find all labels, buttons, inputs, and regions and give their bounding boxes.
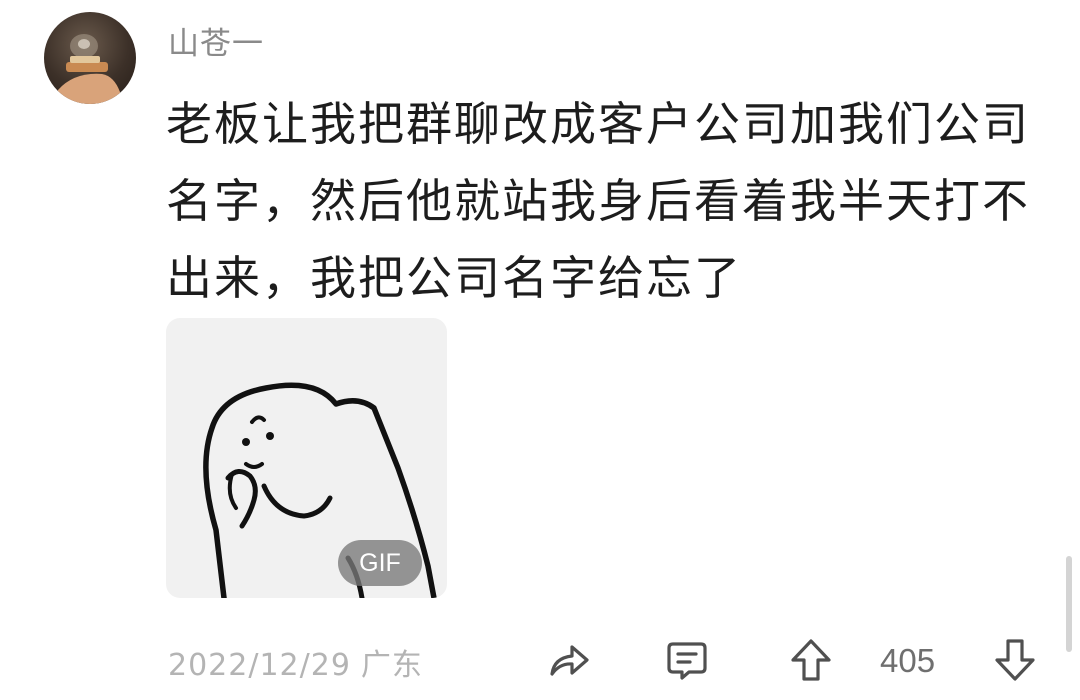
- comment-location: 广东: [360, 648, 423, 683]
- avatar[interactable]: [44, 12, 136, 104]
- downvote-button[interactable]: [991, 636, 1039, 684]
- share-button[interactable]: [544, 636, 592, 684]
- comment-text: 老板让我把群聊改成客户公司加我们公司名字，然后他就站我身后看着我半天打不出来，我…: [166, 97, 1030, 305]
- share-arrow-icon: [550, 645, 589, 676]
- comment-date: 2022/12/29: [168, 648, 351, 683]
- scrollbar[interactable]: [1066, 556, 1072, 652]
- gif-badge: GIF: [338, 540, 422, 586]
- reply-button[interactable]: [663, 636, 711, 684]
- comment-bubble-icon: [667, 642, 707, 680]
- arrow-down-icon: [995, 639, 1035, 681]
- username[interactable]: 山苍一: [168, 18, 264, 63]
- arrow-up-icon: [791, 639, 831, 681]
- avatar-image: [58, 34, 120, 104]
- upvote-button[interactable]: [787, 636, 835, 684]
- vote-count: 405: [880, 642, 936, 679]
- comment-meta: 2022/12/29 广东: [168, 640, 423, 684]
- gif-sticker[interactable]: GIF: [166, 318, 447, 598]
- comment-card: 山苍一 老板让我把群聊改成客户公司加我们公司名字，然后他就站我身后看着我半天打不…: [0, 0, 1080, 700]
